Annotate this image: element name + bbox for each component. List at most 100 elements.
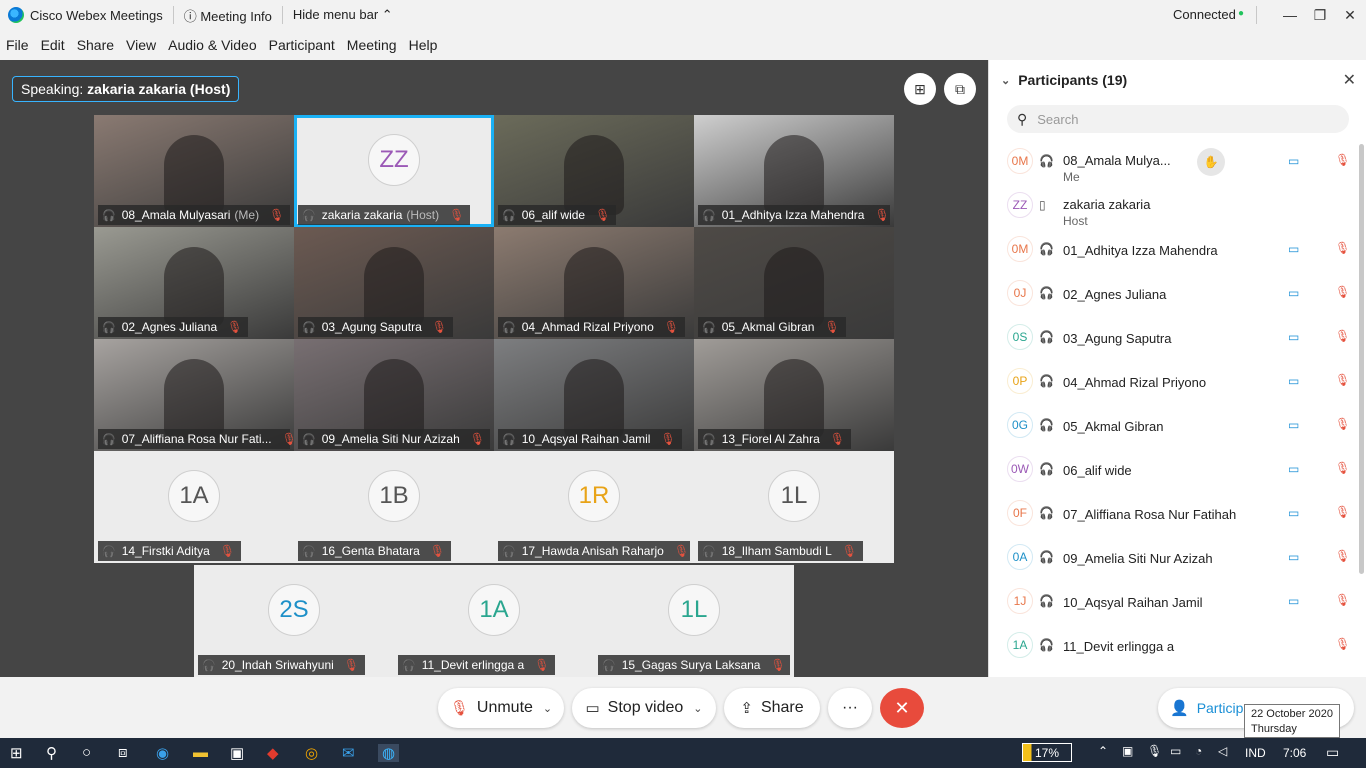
mic-muted-icon[interactable]: 🎙 bbox=[1335, 329, 1350, 343]
video-tile[interactable]: 1L 🎧 15_Gagas Surya Laksana 🎙 bbox=[594, 565, 794, 677]
unmute-button[interactable]: 🎙 Unmute ⌄ bbox=[438, 688, 564, 728]
participant-row[interactable]: 0M 🎧 01_Adhitya Izza Mahendra ▭ 🎙 bbox=[1001, 232, 1351, 268]
video-tile[interactable]: 1B 🎧 16_Genta Bhatara 🎙 bbox=[294, 451, 494, 563]
chrome-icon[interactable]: ◎ bbox=[305, 744, 318, 762]
video-tile[interactable]: 🎧 06_alif wide 🎙 bbox=[494, 115, 694, 227]
video-tile[interactable]: 🎧 03_Agung Saputra 🎙 bbox=[294, 227, 494, 339]
restore-button[interactable]: ❐ bbox=[1304, 0, 1336, 30]
video-tile[interactable]: 🎧 10_Aqsyal Raihan Jamil 🎙 bbox=[494, 339, 694, 451]
edge-icon[interactable]: ◉ bbox=[156, 744, 169, 762]
battery-tray-icon[interactable]: ▭ bbox=[1170, 744, 1181, 758]
wifi-icon[interactable]: ◔ bbox=[1195, 744, 1202, 758]
participant-row[interactable]: 0J 🎧 02_Agnes Juliana ▭ 🎙 bbox=[1001, 276, 1351, 312]
video-tile[interactable]: 🎧 01_Adhitya Izza Mahendra 🎙 bbox=[694, 115, 894, 227]
menu-participant[interactable]: Participant bbox=[269, 37, 335, 53]
panel-header[interactable]: ⌄ Participants (19) bbox=[1001, 72, 1127, 88]
avatar: 1J bbox=[1007, 588, 1033, 614]
menu-help[interactable]: Help bbox=[409, 37, 438, 53]
video-tile[interactable]: 2S 🎧 20_Indah Sriwahyuni 🎙 bbox=[194, 565, 394, 677]
participant-video bbox=[164, 247, 224, 327]
participant-row[interactable]: 0A 🎧 09_Amelia Siti Nur Azizah ▭ 🎙 bbox=[1001, 540, 1351, 576]
participant-row[interactable]: 0G 🎧 05_Akmal Gibran ▭ 🎙 bbox=[1001, 408, 1351, 444]
mic-muted-icon[interactable]: 🎙 bbox=[1335, 241, 1350, 255]
avatar: 0S bbox=[1007, 324, 1033, 350]
share-button[interactable]: ⇪ Share bbox=[724, 688, 820, 728]
mic-muted-icon[interactable]: 🎙 bbox=[1335, 593, 1350, 607]
hide-menu-bar-button[interactable]: Hide menu bar ⌃ bbox=[293, 7, 393, 23]
more-options-button[interactable]: ··· bbox=[828, 688, 872, 728]
menu-view[interactable]: View bbox=[126, 37, 156, 53]
search-input[interactable]: ⚲ Search bbox=[1007, 105, 1349, 133]
participant-row[interactable]: 1J 🎧 10_Aqsyal Raihan Jamil ▭ 🎙 bbox=[1001, 584, 1351, 620]
video-tile[interactable]: 🎧 09_Amelia Siti Nur Azizah 🎙 bbox=[294, 339, 494, 451]
close-window-button[interactable]: ✕ bbox=[1334, 0, 1366, 30]
mail-icon[interactable]: ✉ bbox=[342, 744, 355, 762]
file-explorer-icon[interactable]: ▬ bbox=[193, 744, 208, 761]
menu-share[interactable]: Share bbox=[77, 37, 114, 53]
headset-icon: 🎧 bbox=[402, 659, 416, 672]
volume-icon[interactable]: ◁ bbox=[1218, 744, 1227, 758]
cortana-icon[interactable]: ○ bbox=[82, 744, 91, 761]
mic-muted-icon[interactable]: 🎙 bbox=[1335, 637, 1350, 651]
video-tile[interactable]: 🎧 13_Fiorel Al Zahra 🎙 bbox=[694, 339, 894, 451]
tile-name-label: 🎧 01_Adhitya Izza Mahendra 🎙 bbox=[698, 205, 890, 225]
video-tile[interactable]: 1A 🎧 11_Devit erlingga a 🎙 bbox=[394, 565, 594, 677]
participant-row[interactable]: 0M 🎧 08_Amala Mulya... Me ✋ ▭ 🎙 bbox=[1001, 144, 1351, 184]
acrobat-icon[interactable]: ◆ bbox=[267, 744, 279, 762]
mic-muted-icon[interactable]: 🎙 bbox=[1335, 417, 1350, 431]
battery-indicator[interactable]: 17% bbox=[1022, 743, 1072, 762]
participant-row[interactable]: 0P 🎧 04_Ahmad Rizal Priyono ▭ 🎙 bbox=[1001, 364, 1351, 400]
menu-file[interactable]: File bbox=[6, 37, 29, 53]
video-tile[interactable]: ZZ 🎧 zakaria zakaria (Host) 🎙 bbox=[294, 115, 494, 227]
mic-muted-icon[interactable]: 🎙 bbox=[1335, 285, 1350, 299]
mic-muted-icon[interactable]: 🎙 bbox=[1335, 153, 1350, 167]
participant-name: 07_Aliffiana Rosa Nur Fati... bbox=[121, 432, 272, 446]
participant-row[interactable]: 1A 🎧 11_Devit erlingga a 🎙 bbox=[1001, 628, 1351, 664]
video-tile[interactable]: 🎧 05_Akmal Gibran 🎙 bbox=[694, 227, 894, 339]
participant-name: 10_Aqsyal Raihan Jamil bbox=[521, 432, 651, 446]
mic-muted-icon[interactable]: 🎙 bbox=[1335, 373, 1350, 387]
video-tile[interactable]: 🎧 02_Agnes Juliana 🎙 bbox=[94, 227, 294, 339]
menu-meeting[interactable]: Meeting bbox=[347, 37, 397, 53]
video-tile[interactable]: 🎧 04_Ahmad Rizal Priyono 🎙 bbox=[494, 227, 694, 339]
video-tile[interactable]: 🎧 08_Amala Mulyasari (Me) 🎙 bbox=[94, 115, 294, 227]
participant-name: 02_Agnes Juliana bbox=[121, 320, 218, 334]
raise-hand-button[interactable]: ✋ bbox=[1197, 148, 1225, 176]
menu-audio-video[interactable]: Audio & Video bbox=[168, 37, 256, 53]
popout-view-button[interactable]: ⧉ bbox=[944, 73, 976, 105]
scrollbar[interactable] bbox=[1359, 144, 1364, 574]
meeting-info-button[interactable]: ⓘ Meeting Info bbox=[184, 6, 272, 25]
minimize-button[interactable]: — bbox=[1274, 0, 1306, 30]
participant-row[interactable]: 0S 🎧 03_Agung Saputra ▭ 🎙 bbox=[1001, 320, 1351, 356]
video-tile[interactable]: 🎧 07_Aliffiana Rosa Nur Fati... 🎙 bbox=[94, 339, 294, 451]
video-tile[interactable]: 1L 🎧 18_Ilham Sambudi L 🎙 bbox=[694, 451, 894, 563]
close-panel-button[interactable]: ✕ bbox=[1343, 70, 1356, 90]
webex-taskbar-icon[interactable]: ◍ bbox=[378, 744, 400, 762]
windows-start-icon[interactable]: ⊞ bbox=[10, 744, 23, 762]
video-tile[interactable]: 1A 🎧 14_Firstki Aditya 🎙 bbox=[94, 451, 294, 563]
mic-muted-icon[interactable]: 🎙 bbox=[1335, 505, 1350, 519]
participant-row[interactable]: 0F 🎧 07_Aliffiana Rosa Nur Fatihah ▭ 🎙 bbox=[1001, 496, 1351, 532]
notification-icon[interactable]: ▭ bbox=[1326, 744, 1339, 761]
participant-row[interactable]: ZZ ▯ zakaria zakaria Host bbox=[1001, 188, 1351, 228]
search-icon[interactable]: ⚲ bbox=[46, 744, 57, 762]
participant-role: (Host) bbox=[406, 208, 440, 222]
grid-view-button[interactable]: ⊞ bbox=[904, 73, 936, 105]
chevron-up-icon[interactable]: ⌃ bbox=[1098, 744, 1108, 758]
mic-muted-icon[interactable]: 🎙 bbox=[1335, 549, 1350, 563]
tile-name-label: 🎧 03_Agung Saputra 🎙 bbox=[298, 317, 454, 337]
store-icon[interactable]: ▣ bbox=[230, 744, 244, 762]
leave-meeting-button[interactable]: ✕ bbox=[880, 688, 924, 728]
task-view-icon[interactable]: ⧈ bbox=[118, 744, 128, 761]
stop-video-button[interactable]: ▭ Stop video ⌄ bbox=[572, 688, 716, 728]
video-tile[interactable]: 1R 🎧 17_Hawda Anisah Raharjo 🎙 bbox=[494, 451, 694, 563]
microphone-icon[interactable]: 🎙 bbox=[1147, 744, 1162, 758]
language-indicator[interactable]: IND bbox=[1245, 746, 1266, 760]
participant-row[interactable]: 0W 🎧 06_alif wide ▭ 🎙 bbox=[1001, 452, 1351, 488]
mic-muted-icon: 🎙 bbox=[673, 544, 690, 558]
menu-edit[interactable]: Edit bbox=[41, 37, 65, 53]
mic-muted-icon[interactable]: 🎙 bbox=[1335, 461, 1350, 475]
tray-app-icon[interactable]: ▣ bbox=[1122, 744, 1133, 758]
status-dot-icon: ● bbox=[1238, 8, 1245, 19]
clock[interactable]: 7:06 bbox=[1283, 746, 1306, 760]
